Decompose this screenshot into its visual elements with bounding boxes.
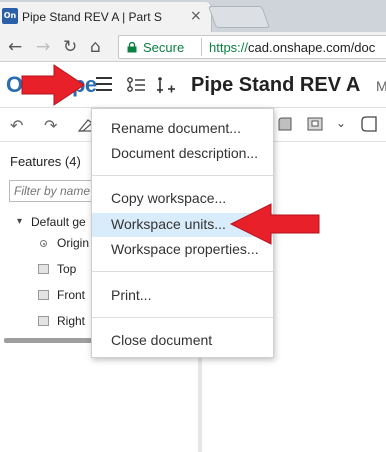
features-heading: Features (4) bbox=[10, 154, 81, 169]
plane-icon bbox=[38, 290, 49, 300]
forward-arrow-icon[interactable]: → bbox=[36, 37, 50, 57]
reload-icon[interactable]: ↻ bbox=[63, 37, 77, 57]
url-text: https://cad.onshape.com/doc bbox=[209, 40, 375, 55]
menu-separator bbox=[92, 317, 273, 318]
feature-list-icon[interactable] bbox=[126, 76, 146, 94]
red-arrow-icon bbox=[229, 203, 320, 245]
document-title-overflow: M bbox=[376, 78, 386, 94]
shell-icon[interactable] bbox=[306, 115, 324, 133]
onshape-page: On Pipe Stand REV A | Part S × ← → ↻ ⌂ S… bbox=[0, 0, 386, 452]
tab-close-icon[interactable]: × bbox=[190, 8, 202, 24]
secure-label: Secure bbox=[143, 40, 185, 55]
insert-part-icon[interactable] bbox=[154, 76, 176, 96]
menu-separator bbox=[92, 175, 273, 176]
plane-tool-icon[interactable] bbox=[360, 115, 378, 133]
plane-icon bbox=[38, 316, 49, 326]
undo-icon[interactable]: ↶ bbox=[10, 116, 23, 135]
menu-item-close-document[interactable]: Close document bbox=[92, 329, 273, 353]
filter-features-input[interactable] bbox=[9, 180, 95, 202]
tree-item-top[interactable]: Top bbox=[57, 262, 76, 276]
plane-icon bbox=[38, 264, 49, 274]
onshape-favicon-icon: On bbox=[2, 8, 18, 24]
chevron-down-icon[interactable]: ⌄ bbox=[336, 116, 346, 130]
menu-item-document-description[interactable]: Document description... bbox=[92, 142, 273, 166]
lock-icon bbox=[127, 42, 137, 53]
back-arrow-icon[interactable]: ← bbox=[8, 37, 22, 57]
new-tab-button[interactable] bbox=[207, 6, 271, 28]
tree-expand-caret-icon[interactable]: ▾ bbox=[17, 216, 22, 227]
tab-title: Pipe Stand REV A | Part S bbox=[22, 10, 162, 24]
document-title[interactable]: Pipe Stand REV A bbox=[191, 74, 360, 97]
redo-icon[interactable]: ↷ bbox=[44, 116, 57, 135]
tree-item-origin[interactable]: Origin bbox=[57, 236, 89, 250]
tree-item-right[interactable]: Right bbox=[57, 314, 85, 328]
url-host: cad.onshape.com/doc bbox=[248, 40, 376, 55]
browser-tab-active[interactable]: On Pipe Stand REV A | Part S × bbox=[0, 2, 212, 32]
fillet-icon[interactable] bbox=[276, 115, 294, 133]
menu-item-print[interactable]: Print... bbox=[92, 284, 273, 308]
origin-icon bbox=[40, 240, 47, 247]
browser-tabstrip: On Pipe Stand REV A | Part S × bbox=[0, 0, 386, 32]
red-arrow-icon bbox=[21, 64, 85, 106]
address-bar[interactable]: Secure https://cad.onshape.com/doc bbox=[118, 35, 386, 59]
browser-toolbar: ← → ↻ ⌂ Secure https://cad.onshape.com/d… bbox=[0, 32, 386, 62]
menu-item-rename-document[interactable]: Rename document... bbox=[92, 117, 273, 141]
url-scheme: https:// bbox=[209, 40, 249, 55]
menu-separator bbox=[92, 271, 273, 272]
document-menu-hamburger-icon[interactable] bbox=[96, 77, 112, 91]
home-icon[interactable]: ⌂ bbox=[90, 37, 101, 57]
tree-group-default-geometry[interactable]: Default ge bbox=[31, 215, 86, 229]
url-divider bbox=[201, 38, 202, 56]
tree-item-front[interactable]: Front bbox=[57, 288, 85, 302]
